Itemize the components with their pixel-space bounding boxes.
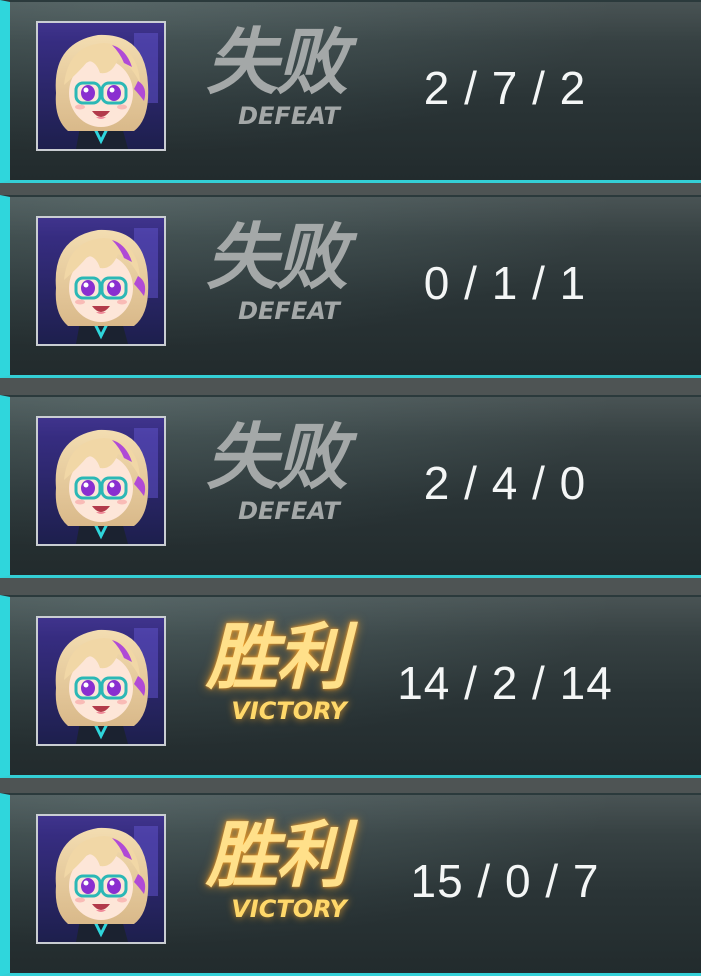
kda-score: 0 / 1 / 1 (423, 257, 587, 309)
character-portrait-icon (36, 616, 166, 746)
match-history-list: 失败 DEFEAT 2 / 7 / 2 失败 DEFEAT 0 / 1 / 1 … (0, 0, 701, 976)
kda-score: 14 / 2 / 14 (397, 657, 613, 709)
match-card[interactable]: 胜利 VICTORY 14 / 2 / 14 (0, 595, 701, 778)
result-label-cn: 失败 (206, 20, 348, 104)
match-card[interactable]: 失败 DEFEAT 0 / 1 / 1 (0, 195, 701, 378)
kda-score: 2 / 7 / 2 (423, 62, 587, 114)
character-portrait-icon (36, 216, 166, 346)
kda-score: 15 / 0 / 7 (410, 855, 600, 907)
result-label-en: DEFEAT (238, 102, 340, 130)
result-label-cn: 失败 (206, 215, 348, 299)
match-card[interactable]: 失败 DEFEAT 2 / 7 / 2 (0, 0, 701, 183)
match-card[interactable]: 失败 DEFEAT 2 / 4 / 0 (0, 395, 701, 578)
result-label-cn: 胜利 (206, 615, 348, 699)
character-portrait-icon (36, 814, 166, 944)
result-label-cn: 胜利 (206, 813, 348, 897)
character-portrait-icon (36, 21, 166, 151)
match-card[interactable]: 胜利 VICTORY 15 / 0 / 7 (0, 793, 701, 976)
result-label-cn: 失败 (206, 415, 348, 499)
result-label-en: DEFEAT (238, 297, 340, 325)
kda-score: 2 / 4 / 0 (423, 457, 587, 509)
character-portrait-icon (36, 416, 166, 546)
result-label-en: DEFEAT (238, 497, 340, 525)
result-label-en: VICTORY (231, 895, 347, 923)
result-label-en: VICTORY (231, 697, 347, 725)
